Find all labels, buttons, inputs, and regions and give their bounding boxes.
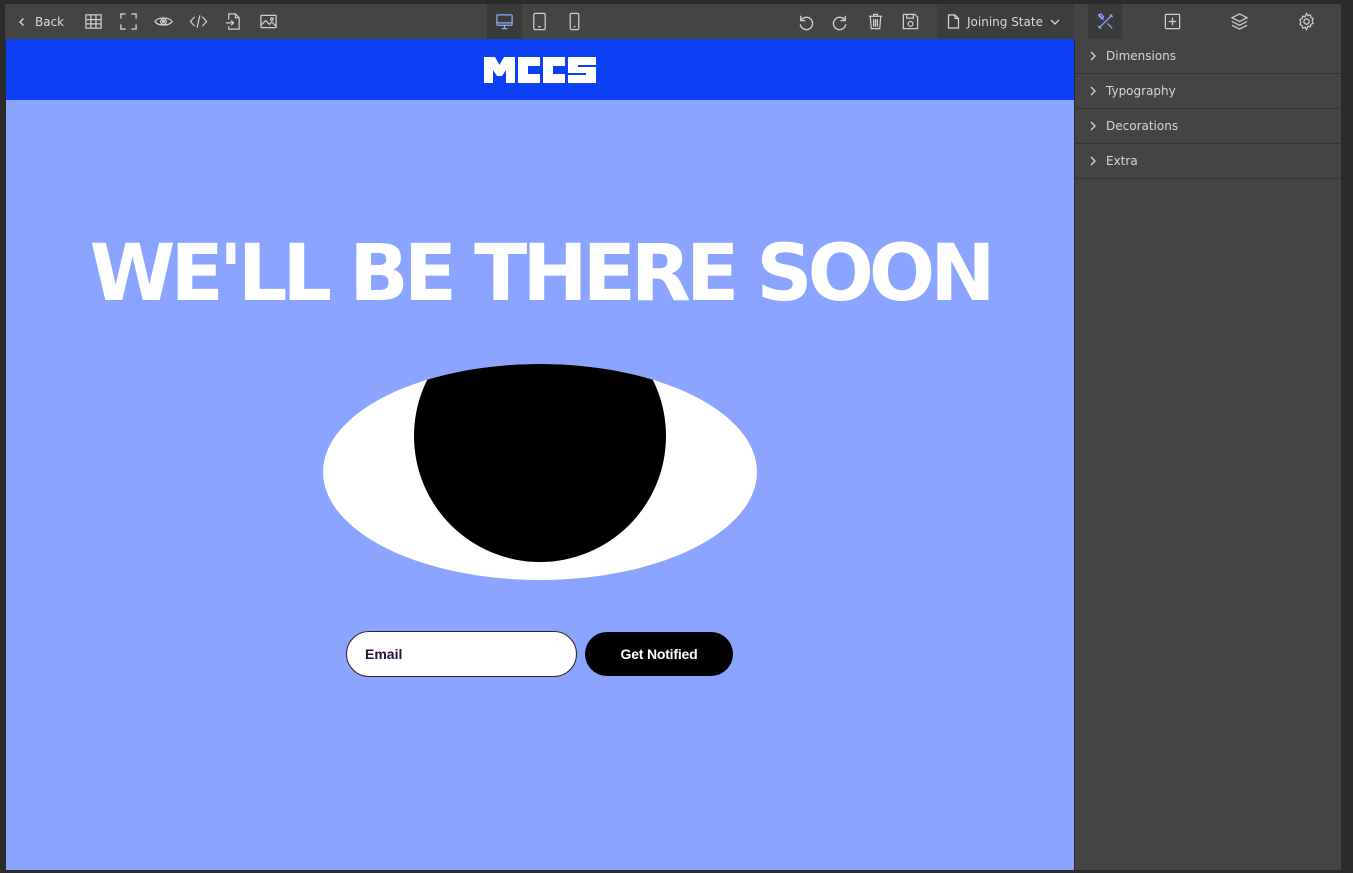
- import-icon[interactable]: [216, 4, 251, 39]
- section-label: Decorations: [1106, 119, 1179, 133]
- style-manager-panel: Dimensions Typography Decorations Extra: [1075, 39, 1341, 870]
- top-toolbar: Back Joining State: [5, 4, 1341, 39]
- section-label: Typography: [1106, 84, 1176, 98]
- save-icon[interactable]: [893, 4, 928, 39]
- chevron-left-icon: [19, 17, 24, 26]
- chevron-right-icon: [1090, 86, 1096, 96]
- chevron-right-icon: [1090, 156, 1096, 166]
- chevron-right-icon: [1090, 51, 1096, 61]
- add-block-icon[interactable]: [1155, 4, 1189, 39]
- desktop-icon[interactable]: [487, 4, 522, 39]
- eye-preview-icon[interactable]: [146, 4, 181, 39]
- image-icon[interactable]: [251, 4, 286, 39]
- section-decorations[interactable]: Decorations: [1075, 109, 1341, 144]
- panel-tabs: [1088, 4, 1323, 39]
- section-label: Extra: [1106, 154, 1138, 168]
- code-icon[interactable]: [181, 4, 216, 39]
- section-dimensions[interactable]: Dimensions: [1075, 39, 1341, 74]
- tablet-icon[interactable]: [522, 4, 557, 39]
- fullscreen-icon[interactable]: [111, 4, 146, 39]
- site-header: [6, 39, 1074, 100]
- design-canvas[interactable]: WE'LL BE THERE SOON Get Notified: [6, 39, 1074, 870]
- eye-illustration: [323, 364, 757, 580]
- back-button[interactable]: Back: [5, 4, 76, 39]
- section-label: Dimensions: [1106, 49, 1177, 63]
- get-notified-button[interactable]: Get Notified: [585, 632, 733, 676]
- section-extra[interactable]: Extra: [1075, 144, 1341, 179]
- device-switcher: [487, 4, 592, 39]
- back-label: Back: [35, 14, 65, 29]
- history-actions: [788, 4, 928, 39]
- editor-app: Back Joining State WE'LL BE THERE SOON E…: [0, 0, 1353, 873]
- email-input[interactable]: [346, 631, 577, 677]
- mobile-icon[interactable]: [557, 4, 592, 39]
- style-manager-icon[interactable]: [1088, 4, 1122, 39]
- state-select-value: Joining State: [967, 14, 1043, 29]
- chevron-right-icon: [1090, 121, 1096, 131]
- document-icon: [947, 14, 960, 29]
- layers-icon[interactable]: [1222, 4, 1256, 39]
- settings-icon[interactable]: [1289, 4, 1323, 39]
- undo-icon[interactable]: [788, 4, 823, 39]
- mccs-logo: [484, 56, 596, 83]
- notify-form: Get Notified: [346, 631, 733, 677]
- state-select[interactable]: Joining State: [937, 4, 1074, 39]
- chevron-down-icon: [1050, 19, 1060, 25]
- hero-title: WE'LL BE THERE SOON: [89, 229, 996, 319]
- trash-icon[interactable]: [858, 4, 893, 39]
- section-typography[interactable]: Typography: [1075, 74, 1341, 109]
- redo-icon[interactable]: [823, 4, 858, 39]
- grid-icon[interactable]: [76, 4, 111, 39]
